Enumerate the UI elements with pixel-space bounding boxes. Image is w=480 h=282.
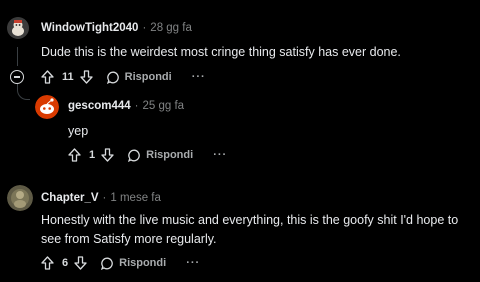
- thread-line[interactable]: [17, 47, 18, 66]
- arrow-up-icon[interactable]: [68, 148, 81, 162]
- vote-count: 11: [62, 71, 74, 83]
- timestamp[interactable]: 1 mese fa: [110, 192, 161, 204]
- more-options-button[interactable]: ···: [192, 71, 206, 83]
- comment-actions: 1 Rispondi ···: [68, 148, 227, 162]
- comment-text: yep: [68, 124, 89, 138]
- username[interactable]: Chapter_V: [41, 192, 99, 204]
- reply-label: Rispondi: [146, 149, 194, 161]
- avatar[interactable]: [7, 185, 33, 211]
- more-options-button[interactable]: ···: [186, 257, 200, 269]
- collapse-minus-icon[interactable]: [10, 70, 24, 84]
- comment-meta: gescom444 · 25 gg fa: [68, 100, 184, 112]
- arrow-up-icon[interactable]: [41, 70, 54, 84]
- comment-text-line-2: see from Satisfy more regularly.: [41, 232, 217, 246]
- arrow-up-icon[interactable]: [41, 256, 54, 270]
- comment-actions: 11 Rispondi ···: [41, 70, 206, 84]
- avatar[interactable]: [35, 95, 59, 119]
- arrow-down-icon[interactable]: [74, 256, 87, 270]
- reply-button[interactable]: Rispondi: [106, 71, 172, 84]
- username[interactable]: gescom444: [68, 100, 131, 112]
- comment-text-line-1: Honestly with the live music and everyth…: [41, 213, 459, 227]
- comment-thread: WindowTight2040 · 28 gg fa Dude this is …: [0, 0, 480, 282]
- snoo-avatar-icon: [35, 95, 59, 119]
- separator-dot: ·: [142, 22, 147, 34]
- reply-label: Rispondi: [124, 71, 172, 83]
- arrow-down-icon[interactable]: [101, 148, 114, 162]
- chat-bubble-icon: [101, 257, 114, 270]
- thread-branch: [17, 84, 30, 100]
- comment-text: Dude this is the weirdest most cringe th…: [41, 45, 401, 59]
- separator-dot: ·: [134, 100, 139, 112]
- comment-meta: WindowTight2040 · 28 gg fa: [41, 22, 192, 34]
- separator-dot: ·: [102, 192, 107, 204]
- arrow-down-icon[interactable]: [79, 70, 93, 84]
- snoo-avatar-icon: [7, 17, 29, 39]
- chat-bubble-icon: [128, 149, 141, 162]
- reply-label: Rispondi: [119, 257, 167, 269]
- username[interactable]: WindowTight2040: [41, 22, 138, 34]
- vote-count: 6: [62, 257, 69, 269]
- comment-actions: 6 Rispondi ···: [41, 256, 200, 270]
- timestamp[interactable]: 25 gg fa: [143, 100, 185, 112]
- comment-meta: Chapter_V · 1 mese fa: [41, 192, 161, 204]
- more-options-button[interactable]: ···: [213, 149, 227, 161]
- chat-bubble-icon: [106, 71, 120, 84]
- timestamp[interactable]: 28 gg fa: [150, 22, 192, 34]
- avatar[interactable]: [7, 17, 29, 39]
- photo-avatar-icon: [7, 185, 33, 211]
- vote-count: 1: [89, 149, 96, 161]
- reply-button[interactable]: Rispondi: [128, 149, 193, 162]
- reply-button[interactable]: Rispondi: [101, 257, 166, 270]
